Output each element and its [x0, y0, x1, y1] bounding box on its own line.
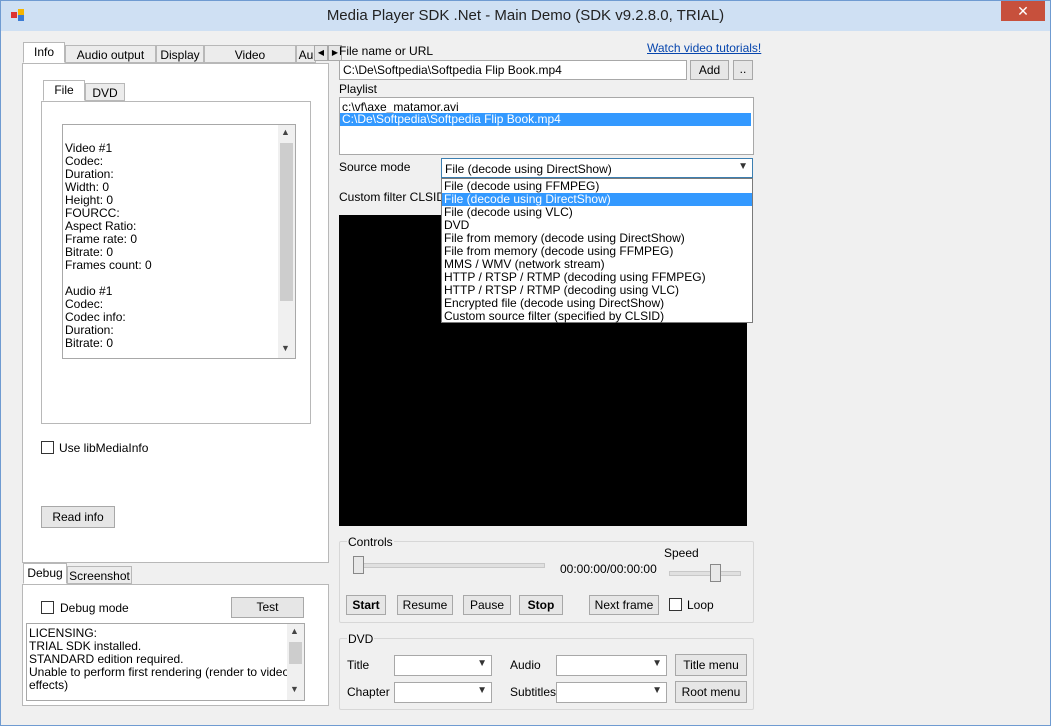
chevron-down-icon: ▼	[652, 685, 662, 696]
title-select[interactable]: ▼	[394, 655, 492, 676]
playlist-item-selected[interactable]: C:\De\Softpedia\Softpedia Flip Book.mp4	[340, 113, 751, 126]
loop-checkbox[interactable]	[669, 598, 682, 611]
test-button[interactable]: Test	[231, 597, 304, 618]
stop-button[interactable]: Stop	[519, 595, 563, 615]
subtitles-label: Subtitles	[510, 685, 557, 699]
tab-audio-truncated[interactable]: Au	[296, 45, 316, 63]
info-tab-panel: File DVD Video #1 Codec: Duration: Width: 0…	[22, 63, 329, 563]
log-textbox[interactable]: LICENSING: TRIAL SDK installed. STANDARD e…	[26, 623, 305, 701]
speed-track[interactable]	[669, 571, 741, 576]
subtab-file[interactable]: File	[43, 80, 85, 101]
info-line: Frames count: 0	[65, 258, 152, 272]
subtab-dvd[interactable]: DVD	[85, 83, 125, 101]
next-frame-button[interactable]: Next frame	[589, 595, 659, 615]
file-name-label: File name or URL	[339, 44, 434, 58]
tab-screenshot[interactable]: Screenshot	[67, 566, 132, 584]
close-button[interactable]: ✕	[1001, 1, 1045, 21]
scroll-up-icon[interactable]: ▲	[281, 127, 290, 137]
source-mode-label: Source mode	[339, 160, 411, 174]
start-button[interactable]: Start	[346, 595, 386, 615]
scroll-thumb[interactable]	[280, 143, 293, 301]
root-menu-button[interactable]: Root menu	[675, 681, 747, 703]
log-line: effects)	[29, 678, 69, 692]
tab-display[interactable]: Display	[156, 45, 204, 63]
loop-label: Loop	[687, 598, 714, 612]
subtitles-select[interactable]: ▼	[556, 682, 667, 703]
tab-info[interactable]: Info	[23, 42, 65, 63]
playlist-box[interactable]: c:\vf\axe_matamor.avi C:\De\Softpedia\So…	[339, 97, 754, 155]
use-libmediainfo-label: Use libMediaInfo	[59, 441, 149, 455]
log-text: LICENSING: TRIAL SDK installed. STANDARD e…	[29, 627, 289, 692]
source-mode-dropdown[interactable]: File (decode using FFMPEG) File (decode u…	[441, 178, 753, 323]
controls-label: Controls	[347, 535, 394, 549]
file-subtab-panel: Video #1 Codec: Duration: Width: 0 Height: 0…	[41, 101, 311, 424]
info-text: Video #1 Codec: Duration: Width: 0 Height: 0…	[65, 129, 152, 350]
log-scroll-up-icon[interactable]: ▲	[290, 626, 299, 636]
file-url-input[interactable]: C:\De\Softpedia\Softpedia Flip Book.mp4	[339, 60, 687, 80]
chevron-down-icon: ▼	[477, 658, 487, 669]
tab-video-processing[interactable]: Video processing	[204, 45, 296, 80]
app-window: Media Player SDK .Net - Main Demo (SDK v…	[0, 0, 1051, 726]
use-libmediainfo-checkbox[interactable]	[41, 441, 54, 454]
source-mode-select[interactable]: File (decode using DirectShow) ▼	[441, 158, 753, 178]
dropdown-option[interactable]: Custom source filter (specified by CLSID…	[442, 310, 752, 323]
pause-button[interactable]: Pause	[463, 595, 511, 615]
add-button[interactable]: Add	[690, 60, 729, 80]
info-textbox[interactable]: Video #1 Codec: Duration: Width: 0 Height: 0…	[62, 124, 296, 359]
source-mode-value: File (decode using DirectShow)	[445, 162, 612, 176]
log-scroll-down-icon[interactable]: ▼	[290, 684, 299, 694]
time-display: 00:00:00/00:00:00	[560, 562, 657, 576]
tutorials-link[interactable]: Watch video tutorials!	[647, 41, 761, 55]
log-scrollbar[interactable]: ▲ ▼	[287, 624, 304, 700]
speed-thumb[interactable]	[710, 564, 721, 582]
title-menu-button[interactable]: Title menu	[675, 654, 747, 676]
chapter-label: Chapter	[347, 685, 390, 699]
tab-audio-output[interactable]: Audio output	[65, 45, 156, 63]
seek-thumb[interactable]	[353, 556, 364, 574]
dvd-label: DVD	[347, 632, 375, 646]
custom-filter-label: Custom filter CLSID	[339, 190, 446, 204]
resume-button[interactable]: Resume	[397, 595, 453, 615]
browse-button[interactable]: ..	[733, 60, 753, 80]
seek-track[interactable]	[355, 563, 545, 568]
log-line: Unable to perform first rendering (rende…	[29, 665, 290, 679]
playlist-label: Playlist	[339, 82, 378, 96]
read-info-button[interactable]: Read info	[41, 506, 115, 528]
log-scroll-thumb[interactable]	[289, 642, 302, 664]
speed-label: Speed	[664, 546, 699, 560]
tab-scroll-left-icon[interactable]: ◀	[314, 45, 328, 61]
title-label: Title	[347, 658, 370, 672]
chevron-down-icon: ▼	[477, 685, 487, 696]
chapter-select[interactable]: ▼	[394, 682, 492, 703]
audio-select[interactable]: ▼	[556, 655, 667, 676]
debug-tab-panel: Debug mode Test LICENSING: TRIAL SDK inst…	[22, 584, 329, 706]
info-scrollbar[interactable]: ▲ ▼	[278, 125, 295, 358]
audio-label: Audio	[510, 658, 541, 672]
window-title: Media Player SDK .Net - Main Demo (SDK v…	[326, 7, 725, 24]
debug-mode-checkbox[interactable]	[41, 601, 54, 614]
dropdown-option[interactable]: File (decode using VLC)	[442, 206, 752, 219]
info-line: Bitrate: 0	[65, 336, 114, 350]
title-bar: Media Player SDK .Net - Main Demo (SDK v…	[1, 1, 1050, 31]
scroll-down-icon[interactable]: ▼	[281, 343, 290, 353]
tab-debug[interactable]: Debug	[23, 563, 67, 584]
chevron-down-icon: ▼	[738, 161, 748, 172]
chevron-down-icon: ▼	[652, 658, 662, 669]
debug-mode-label: Debug mode	[60, 601, 129, 615]
